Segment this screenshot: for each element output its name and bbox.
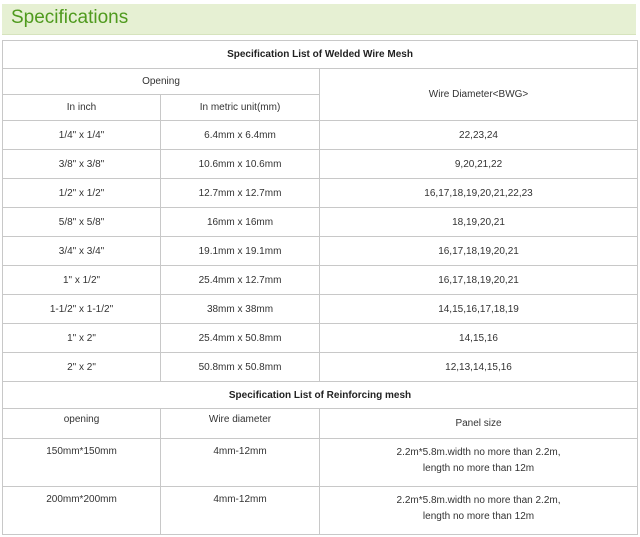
table-row: 1/2" x 1/2" 12.7mm x 12.7mm 16,17,18,19,… [2,178,639,208]
metric-cell: 10.6mm x 10.6mm [160,149,320,179]
metric-cell: 25.4mm x 50.8mm [160,323,320,353]
inch-cell: 2" x 2" [2,352,161,382]
table-row: 1" x 1/2" 25.4mm x 12.7mm 16,17,18,19,20… [2,265,639,295]
bwg-cell: 14,15,16 [318,323,639,353]
panel-size-col-header: Panel size [318,408,639,439]
inch-cell: 3/4" x 3/4" [2,236,161,266]
inch-cell: 1/4" x 1/4" [2,120,161,150]
metric-cell: 6.4mm x 6.4mm [160,120,320,150]
opening-header: Opening [2,68,320,95]
table-row: 1-1/2" x 1-1/2" 38mm x 38mm 14,15,16,17,… [2,294,639,324]
bwg-cell: 18,19,20,21 [318,207,639,237]
bwg-cell: 12,13,14,15,16 [318,352,639,382]
wire-diameter-col-header: Wire diameter [160,408,320,439]
wire-cell: 4mm-12mm [160,486,320,535]
inch-header: In inch [2,94,161,121]
opening-col-header: opening [2,408,161,439]
table-row: 2" x 2" 50.8mm x 50.8mm 12,13,14,15,16 [2,352,639,382]
inch-cell: 5/8" x 5/8" [2,207,161,237]
metric-cell: 16mm x 16mm [160,207,320,237]
bwg-cell: 9,20,21,22 [318,149,639,179]
inch-cell: 1" x 1/2" [2,265,161,295]
table-row: 3/4" x 3/4" 19.1mm x 19.1mm 16,17,18,19,… [2,236,639,266]
inch-cell: 1" x 2" [2,323,161,353]
metric-cell: 50.8mm x 50.8mm [160,352,320,382]
panel-line-1: 2.2m*5.8m.width no more than 2.2m, [396,495,561,506]
metric-cell: 25.4mm x 12.7mm [160,265,320,295]
bwg-cell: 14,15,16,17,18,19 [318,294,639,324]
bwg-cell: 22,23,24 [318,120,639,150]
inch-cell: 3/8" x 3/8" [2,149,161,179]
inch-cell: 1/2" x 1/2" [2,178,161,208]
metric-cell: 38mm x 38mm [160,294,320,324]
table-row: 3/8" x 3/8" 10.6mm x 10.6mm 9,20,21,22 [2,149,639,179]
panel-cell: 2.2m*5.8m.width no more than 2.2m, lengt… [318,438,639,487]
section-header: Specifications [2,4,636,35]
bwg-cell: 16,17,18,19,20,21,22,23 [318,178,639,208]
metric-cell: 19.1mm x 19.1mm [160,236,320,266]
panel-line-2: length no more than 12m [422,511,535,522]
table-row: 1/4" x 1/4" 6.4mm x 6.4mm 22,23,24 [2,120,639,150]
table-row: 150mm*150mm 4mm-12mm 2.2m*5.8m.width no … [2,438,639,487]
metric-cell: 12.7mm x 12.7mm [160,178,320,208]
section-title: Specifications [11,7,129,28]
table-row: 200mm*200mm 4mm-12mm 2.2m*5.8m.width no … [2,486,639,535]
inch-cell: 1-1/2" x 1-1/2" [2,294,161,324]
opening-cell: 200mm*200mm [2,486,161,535]
bwg-cell: 16,17,18,19,20,21 [318,265,639,295]
wire-diameter-header: Wire Diameter<BWG> [318,68,639,121]
table-row: 1" x 2" 25.4mm x 50.8mm 14,15,16 [2,323,639,353]
table-row: 5/8" x 5/8" 16mm x 16mm 18,19,20,21 [2,207,639,237]
metric-header: In metric unit(mm) [160,94,320,121]
reinforcing-mesh-title: Specification List of Reinforcing mesh [1,381,639,409]
opening-cell: 150mm*150mm [2,438,161,487]
bwg-cell: 16,17,18,19,20,21 [318,236,639,266]
welded-mesh-title: Specification List of Welded Wire Mesh [1,40,639,69]
panel-line-1: 2.2m*5.8m.width no more than 2.2m, [396,447,561,458]
wire-cell: 4mm-12mm [160,438,320,487]
panel-cell: 2.2m*5.8m.width no more than 2.2m, lengt… [318,486,639,535]
specification-table: Specification List of Welded Wire Mesh O… [1,40,639,535]
panel-line-2: length no more than 12m [422,463,535,474]
